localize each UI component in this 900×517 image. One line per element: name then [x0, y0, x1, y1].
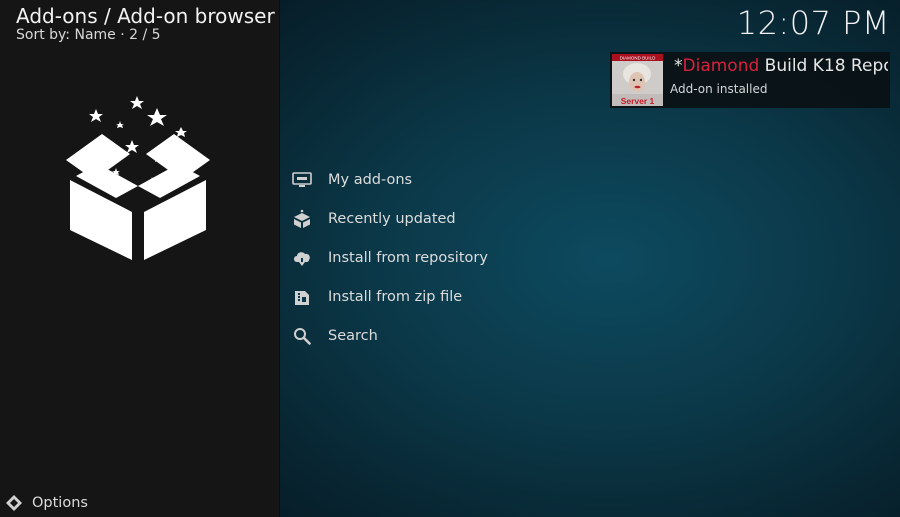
notification-message: Add-on installed [670, 82, 768, 96]
menu-item-label: Search [328, 327, 378, 344]
thumb-banner: DIAMOND BUILD [620, 56, 657, 61]
title-highlight: Diamond [682, 56, 760, 76]
addon-menu: My add-ons Recently updated Install from… [292, 160, 612, 355]
search-icon [292, 326, 312, 346]
options-label: Options [32, 495, 88, 511]
menu-item-recently-updated[interactable]: Recently updated [292, 199, 612, 238]
options-button[interactable]: Options [6, 495, 88, 511]
side-panel: Add-ons / Add-on browser Sort by: Name ·… [0, 0, 280, 517]
cloud-download-icon [292, 248, 312, 268]
title-rest: Build K18 Repo ( [764, 56, 888, 76]
addon-thumbnail: DIAMOND BUILD Server 1 [612, 54, 663, 106]
menu-item-install-from-zip[interactable]: Install from zip file [292, 277, 612, 316]
updated-box-icon [292, 209, 312, 229]
zip-file-icon [292, 287, 312, 307]
menu-item-label: Recently updated [328, 210, 456, 227]
title-prefix: * [674, 56, 683, 76]
page-title: Add-ons / Add-on browser [16, 4, 275, 28]
menu-item-install-from-repository[interactable]: Install from repository [292, 238, 612, 277]
menu-item-label: Install from repository [328, 249, 488, 266]
menu-item-label: Install from zip file [328, 288, 463, 305]
menu-item-search[interactable]: Search [292, 316, 612, 355]
monitor-icon [292, 170, 312, 190]
clock: 12:07 PM [736, 4, 890, 42]
notification-title: *Diamond Build K18 Repo ( [674, 56, 888, 76]
notification-toast: DIAMOND BUILD Server 1 *Diamond Build K1… [610, 52, 890, 108]
menu-item-label: My add-ons [328, 171, 413, 188]
sort-status: Sort by: Name · 2 / 5 [16, 27, 161, 43]
thumb-caption: Server 1 [621, 96, 655, 106]
addon-box-icon [66, 96, 210, 260]
menu-item-my-addons[interactable]: My add-ons [292, 160, 612, 199]
options-icon [6, 495, 22, 511]
